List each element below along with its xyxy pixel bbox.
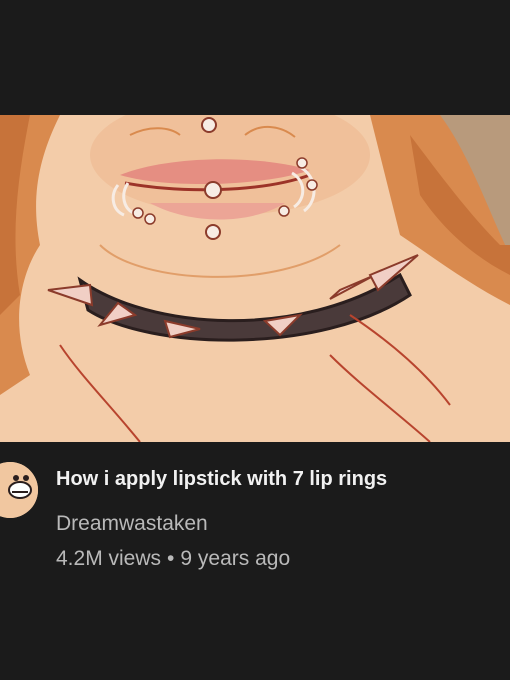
view-count: 4.2M views xyxy=(56,547,162,570)
channel-avatar-icon[interactable] xyxy=(0,462,38,518)
video-stats: 4.2M views • 9 years ago xyxy=(56,547,290,571)
video-thumbnail[interactable] xyxy=(0,115,510,442)
channel-name[interactable]: Dreamwastaken xyxy=(56,512,208,536)
upload-age: 9 years ago xyxy=(180,547,291,570)
video-title[interactable]: How i apply lipstick with 7 lip rings xyxy=(56,468,496,491)
video-info: How i apply lipstick with 7 lip rings Dr… xyxy=(0,456,510,576)
stats-separator: • xyxy=(167,547,175,570)
video-card[interactable]: How i apply lipstick with 7 lip rings Dr… xyxy=(0,0,510,680)
thumbnail-illustration xyxy=(0,115,510,442)
